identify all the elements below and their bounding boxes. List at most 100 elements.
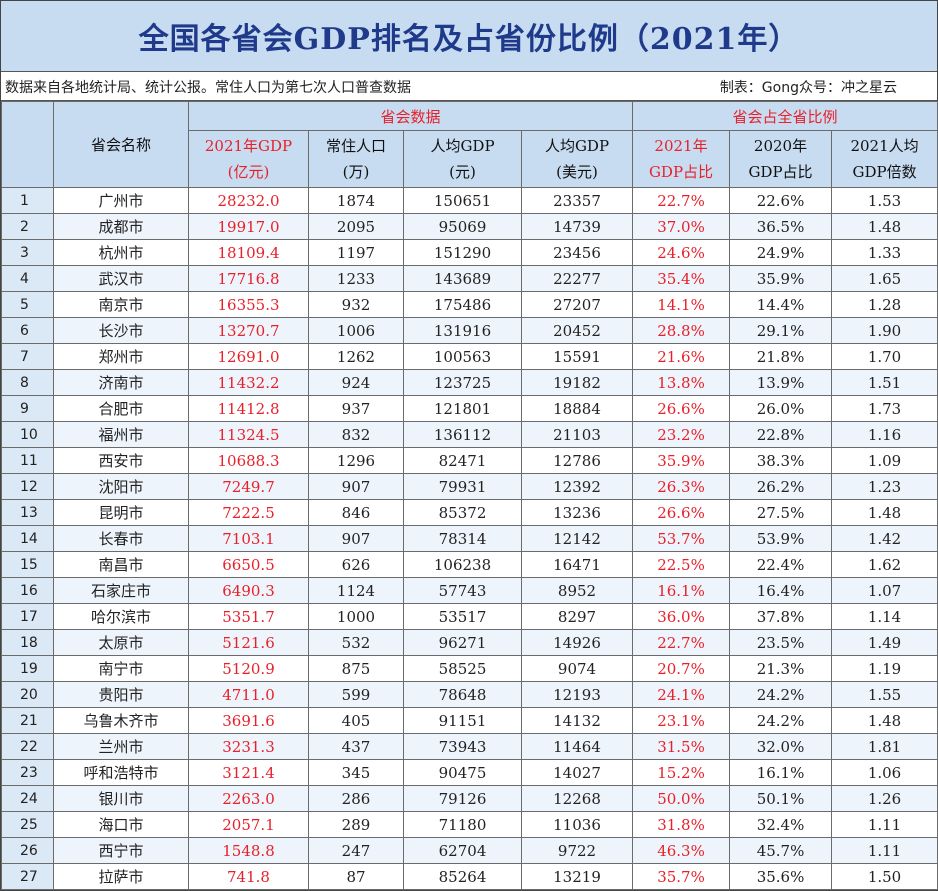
gdp-2021-cell: 5120.9 (188, 655, 309, 682)
source-bar: 数据来自各地统计局、统计公报。常住人口为第七次人口普查数据 制表：Gong众号：… (1, 72, 937, 101)
multiple-2021-cell: 1.49 (831, 629, 938, 656)
share-2020-cell: 32.4% (729, 811, 833, 838)
per-capita-yuan-cell: 73943 (403, 733, 522, 760)
multiple-2021-cell: 1.70 (831, 343, 938, 370)
gdp-2021-cell: 6490.3 (188, 577, 309, 604)
multiple-2021-cell: 1.65 (831, 265, 938, 292)
rank-cell: 10 (1, 421, 54, 448)
table-row: 11 西安市 10688.3 1296 82471 12786 35.9% 38.3% 1.09 (1, 447, 938, 474)
share-2021-cell: 28.8% (632, 317, 731, 344)
per-capita-usd-cell: 18884 (520, 395, 634, 422)
gdp-2021-cell: 17716.8 (188, 265, 309, 292)
rank-cell: 18 (1, 629, 54, 656)
gdp-2021-cell: 6650.5 (188, 551, 309, 578)
city-name-cell: 济南市 (53, 369, 189, 396)
rank-cell: 14 (1, 525, 54, 552)
table-row: 23 呼和浩特市 3121.4 345 90475 14027 15.2% 16.1% 1.06 (1, 759, 938, 786)
per-capita-yuan-cell: 79931 (403, 473, 522, 500)
share-2021-cell: 26.6% (632, 499, 731, 526)
title-bar: 全国各省会GDP排名及占省份比例（2021年） (1, 1, 937, 72)
city-name-cell: 成都市 (53, 213, 189, 240)
rank-cell: 12 (1, 473, 54, 500)
per-capita-yuan-cell: 151290 (403, 239, 522, 266)
gdp-2021-header: 2021年GDP (亿元) (188, 130, 309, 188)
share-2021-cell: 22.5% (632, 551, 731, 578)
share-2020-cell: 24.9% (729, 239, 833, 266)
share-2020-cell: 45.7% (729, 837, 833, 864)
share-2020-cell: 53.9% (729, 525, 833, 552)
share-2021-cell: 35.9% (632, 447, 731, 474)
multiple-2021-cell: 1.81 (831, 733, 938, 760)
city-name-cell: 石家庄市 (53, 577, 189, 604)
per-capita-usd-cell: 11036 (520, 811, 634, 838)
table-row: 22 兰州市 3231.3 437 73943 11464 31.5% 32.0% 1.81 (1, 733, 938, 760)
per-capita-yuan-cell: 78648 (403, 681, 522, 708)
table-row: 2 成都市 19917.0 2095 95069 14739 37.0% 36.5% 1.48 (1, 213, 938, 240)
share-2021-cell: 23.2% (632, 421, 731, 448)
gdp-2021-cell: 2263.0 (188, 785, 309, 812)
per-capita-yuan-cell: 58525 (403, 655, 522, 682)
gdp-table: 省会名称 省会数据 省会占全省比例 2021年GDP (亿元) 常住人口 (万)… (1, 101, 938, 890)
city-name-cell: 拉萨市 (53, 863, 189, 890)
per-capita-usd-cell: 12392 (520, 473, 634, 500)
rank-cell: 3 (1, 239, 54, 266)
share-2021-cell: 36.0% (632, 603, 731, 630)
population-cell: 1006 (308, 317, 404, 344)
multiple-2021-cell: 1.42 (831, 525, 938, 552)
rank-cell: 5 (1, 291, 54, 318)
table-row: 19 南宁市 5120.9 875 58525 9074 20.7% 21.3% 1.19 (1, 655, 938, 682)
city-name-cell: 福州市 (53, 421, 189, 448)
city-name-cell: 南昌市 (53, 551, 189, 578)
share-2021-cell: 15.2% (632, 759, 731, 786)
share-2020-cell: 29.1% (729, 317, 833, 344)
per-capita-usd-cell: 14739 (520, 213, 634, 240)
share-2020-header: 2020年 GDP占比 (729, 130, 833, 188)
table-row: 3 杭州市 18109.4 1197 151290 23456 24.6% 24.9% 1.33 (1, 239, 938, 266)
per-capita-usd-cell: 13219 (520, 863, 634, 890)
population-cell: 286 (308, 785, 404, 812)
rank-cell: 24 (1, 785, 54, 812)
per-capita-yuan-cell: 78314 (403, 525, 522, 552)
share-2020-cell: 22.4% (729, 551, 833, 578)
gdp-2021-cell: 16355.3 (188, 291, 309, 318)
multiple-2021-cell: 1.11 (831, 837, 938, 864)
rank-cell: 8 (1, 369, 54, 396)
share-2021-cell: 23.1% (632, 707, 731, 734)
per-capita-usd-cell: 19182 (520, 369, 634, 396)
share-2021-cell: 16.1% (632, 577, 731, 604)
gdp-2021-cell: 5351.7 (188, 603, 309, 630)
multiple-2021-cell: 1.48 (831, 213, 938, 240)
city-name-cell: 贵阳市 (53, 681, 189, 708)
rank-cell: 19 (1, 655, 54, 682)
rank-cell: 15 (1, 551, 54, 578)
name-header: 省会名称 (53, 101, 189, 188)
rank-cell: 22 (1, 733, 54, 760)
population-cell: 907 (308, 473, 404, 500)
multiple-2021-cell: 1.55 (831, 681, 938, 708)
gdp-2021-cell: 19917.0 (188, 213, 309, 240)
per-capita-yuan-cell: 82471 (403, 447, 522, 474)
gdp-2021-cell: 11324.5 (188, 421, 309, 448)
gdp-2021-cell: 2057.1 (188, 811, 309, 838)
per-capita-usd-cell: 11464 (520, 733, 634, 760)
share-2020-cell: 35.6% (729, 863, 833, 890)
share-2020-cell: 24.2% (729, 707, 833, 734)
rank-cell: 11 (1, 447, 54, 474)
per-capita-usd-cell: 12193 (520, 681, 634, 708)
table-row: 25 海口市 2057.1 289 71180 11036 31.8% 32.4% 1.11 (1, 811, 938, 838)
gdp-2021-cell: 7222.5 (188, 499, 309, 526)
table-row: 4 武汉市 17716.8 1233 143689 22277 35.4% 35.9% 1.65 (1, 265, 938, 292)
per-capita-usd-cell: 9722 (520, 837, 634, 864)
share-2020-cell: 26.0% (729, 395, 833, 422)
city-name-cell: 广州市 (53, 187, 189, 214)
per-capita-usd-cell: 16471 (520, 551, 634, 578)
multiple-2021-cell: 1.11 (831, 811, 938, 838)
gdp-2021-cell: 5121.6 (188, 629, 309, 656)
share-2021-cell: 21.6% (632, 343, 731, 370)
population-header: 常住人口 (万) (308, 130, 404, 188)
per-capita-yuan-cell: 131916 (403, 317, 522, 344)
rank-cell: 26 (1, 837, 54, 864)
city-name-cell: 昆明市 (53, 499, 189, 526)
multiple-2021-cell: 1.48 (831, 499, 938, 526)
share-2021-cell: 26.6% (632, 395, 731, 422)
